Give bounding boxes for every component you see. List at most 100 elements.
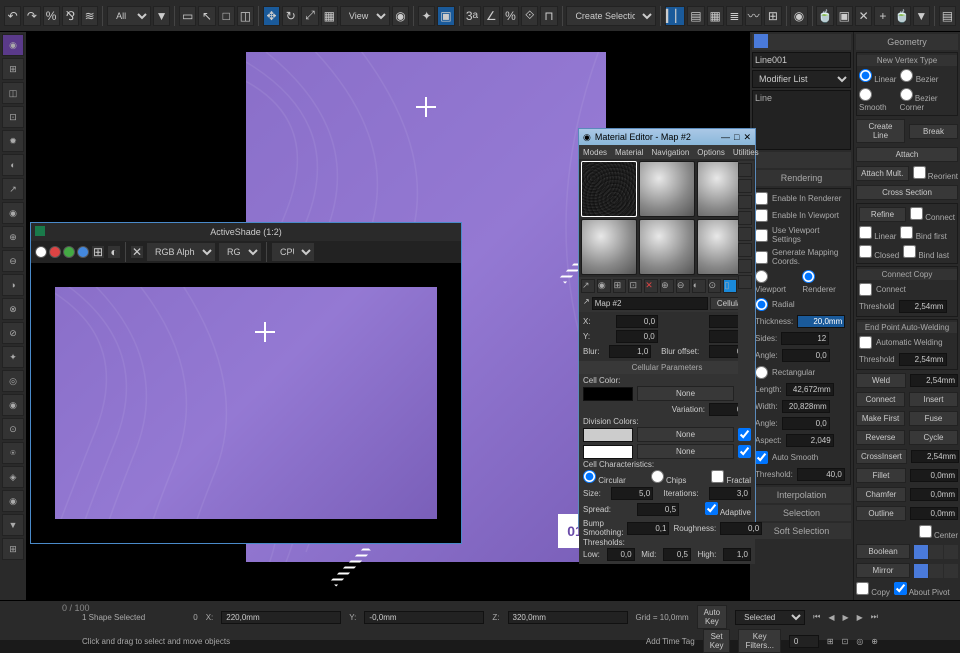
- angle2[interactable]: [782, 417, 830, 430]
- lb-17[interactable]: ⊙: [2, 418, 24, 440]
- lb-11[interactable]: ◑: [2, 274, 24, 296]
- me-circular[interactable]: [583, 470, 596, 483]
- as-save-icon[interactable]: [35, 246, 47, 258]
- keyshot-icon[interactable]: ▣: [437, 6, 454, 26]
- lb-16[interactable]: ◉: [2, 394, 24, 416]
- render-icon[interactable]: 🍵: [893, 6, 910, 26]
- render-frame-icon[interactable]: ▣: [836, 6, 853, 26]
- window-icon[interactable]: □: [218, 6, 235, 26]
- me-side-2[interactable]: [738, 179, 752, 193]
- as-color-icon[interactable]: ◐: [107, 245, 121, 259]
- me-slot-5[interactable]: [639, 219, 695, 275]
- angle[interactable]: [782, 349, 830, 362]
- connect2-chk[interactable]: [859, 283, 872, 296]
- ribbon-icon[interactable]: ≣: [726, 6, 743, 26]
- me-side-3[interactable]: [738, 195, 752, 209]
- thickness[interactable]: [797, 315, 845, 328]
- st-3[interactable]: [786, 152, 800, 166]
- aboutpivot-chk[interactable]: [894, 582, 907, 595]
- spinner-snap-icon[interactable]: ⟐: [521, 6, 538, 26]
- modifier-list[interactable]: Modifier List: [752, 70, 851, 88]
- scale-icon[interactable]: ⤢: [301, 6, 318, 26]
- object-name[interactable]: [752, 52, 851, 68]
- me-t8[interactable]: ◐: [692, 279, 706, 293]
- sides[interactable]: [781, 332, 829, 345]
- lb-1[interactable]: ◉: [2, 34, 24, 56]
- attach-mult-btn[interactable]: Attach Mult.: [856, 166, 909, 181]
- lb-20[interactable]: ◉: [2, 490, 24, 512]
- autosmooth[interactable]: [755, 451, 768, 464]
- me-blur[interactable]: [609, 345, 651, 358]
- me-min-icon[interactable]: —: [721, 132, 730, 143]
- me-fractal[interactable]: [711, 470, 724, 483]
- me-cell-color[interactable]: [583, 387, 633, 401]
- lb-8[interactable]: ◉: [2, 202, 24, 224]
- threshold[interactable]: [797, 468, 845, 481]
- layers-icon[interactable]: ≋: [81, 6, 98, 26]
- as-channel[interactable]: RGB Alpha: [146, 242, 216, 262]
- me-chips[interactable]: [651, 470, 664, 483]
- select-filter-icon[interactable]: ▼: [153, 6, 170, 26]
- nav-icon-3[interactable]: ◎: [856, 637, 863, 646]
- lb-22[interactable]: ⊞: [2, 538, 24, 560]
- me-t3[interactable]: ⊞: [613, 279, 627, 293]
- me-side-4[interactable]: [738, 211, 752, 225]
- me-div-color-1[interactable]: [583, 428, 633, 442]
- width[interactable]: [782, 400, 830, 413]
- lb-4[interactable]: ⊡: [2, 106, 24, 128]
- lb-10[interactable]: ⊖: [2, 250, 24, 272]
- lb-3[interactable]: ◫: [2, 82, 24, 104]
- snap-magnet-icon[interactable]: ⊓: [540, 6, 557, 26]
- me-map-name[interactable]: [592, 297, 708, 310]
- me-titlebar[interactable]: ◉ Material Editor - Map #2 — □ ✕: [579, 129, 755, 145]
- length[interactable]: [786, 383, 834, 396]
- mir-b-icon[interactable]: [944, 564, 958, 578]
- me-max-icon[interactable]: □: [734, 132, 739, 143]
- me-menu-nav[interactable]: Navigation: [651, 148, 689, 157]
- use-vp[interactable]: [755, 229, 768, 242]
- pivot-icon[interactable]: ◉: [392, 6, 409, 26]
- z-coord[interactable]: [508, 611, 628, 624]
- render-setup-icon[interactable]: 🍵: [816, 6, 833, 26]
- schematic-icon[interactable]: ⊞: [764, 6, 781, 26]
- bool-union-icon[interactable]: [914, 545, 928, 559]
- y-coord[interactable]: [364, 611, 484, 624]
- nav-icon-1[interactable]: ⊞: [827, 637, 834, 646]
- named-selection[interactable]: Create Selection: [566, 6, 656, 26]
- ol-inp[interactable]: [910, 507, 958, 520]
- fuse-btn[interactable]: Fuse: [909, 411, 958, 426]
- activeshade-titlebar[interactable]: ActiveShade (1:2): [31, 223, 461, 241]
- bool-sub-icon[interactable]: [929, 545, 943, 559]
- nvt-smooth[interactable]: [859, 88, 872, 101]
- me-menu-material[interactable]: Material: [615, 148, 643, 157]
- move-icon[interactable]: ✥: [263, 6, 280, 26]
- me-t4[interactable]: ⊡: [628, 279, 642, 293]
- lb-9[interactable]: ⊕: [2, 226, 24, 248]
- unlink-icon[interactable]: ⅋: [62, 6, 79, 26]
- linear-chk[interactable]: [859, 226, 872, 239]
- geometry-rollout[interactable]: Geometry: [856, 34, 958, 50]
- me-coord-x[interactable]: [616, 315, 658, 328]
- me-t6[interactable]: ⊕: [660, 279, 674, 293]
- select-icon[interactable]: ▭: [179, 6, 196, 26]
- break-btn[interactable]: Break: [909, 124, 958, 139]
- as-play-icon[interactable]: [63, 246, 75, 258]
- me-side-7[interactable]: [738, 259, 752, 273]
- as-grid-icon[interactable]: ⊞: [91, 245, 105, 259]
- reverse-btn[interactable]: Reverse: [856, 430, 905, 445]
- nvt-bezier[interactable]: [900, 69, 913, 82]
- me-t7[interactable]: ⊖: [676, 279, 690, 293]
- bool-int-icon[interactable]: [944, 545, 958, 559]
- me-div-color-2[interactable]: [583, 445, 633, 459]
- me-low[interactable]: [607, 548, 635, 561]
- copy-chk[interactable]: [856, 582, 869, 595]
- cp-tab-util[interactable]: [834, 34, 848, 48]
- create-line-btn[interactable]: Create Line: [856, 119, 905, 143]
- lb-7[interactable]: ↗: [2, 178, 24, 200]
- me-cellular-header[interactable]: Cellular Parameters: [579, 361, 755, 374]
- selection-rollout[interactable]: Selection: [752, 505, 851, 521]
- me-size[interactable]: [611, 487, 653, 500]
- r-radial[interactable]: [755, 298, 768, 311]
- me-side-5[interactable]: [738, 227, 752, 241]
- me-side-1[interactable]: [738, 163, 752, 177]
